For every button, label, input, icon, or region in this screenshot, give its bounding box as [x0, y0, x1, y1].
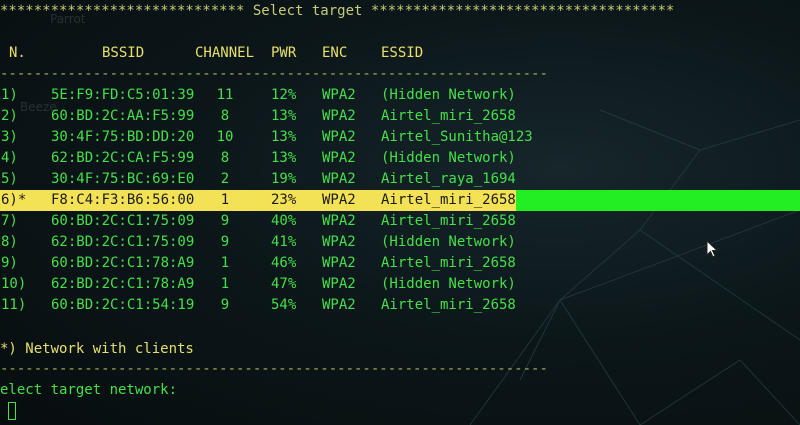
row-pwr: 12% — [271, 87, 297, 103]
row-n: 9) — [1, 255, 18, 271]
row-bssid: 30:4F:75:BD:DD:20 — [51, 129, 195, 145]
row-essid: Airtel_miri_2658 — [381, 297, 516, 313]
row-channel: 1 — [220, 276, 230, 292]
row-pwr: 46% — [271, 255, 297, 271]
col-n: N. — [9, 45, 26, 61]
row-essid: (Hidden Network) — [381, 276, 516, 292]
column-header-row: N. BSSID CHANNEL PWR ENC ESSID — [0, 43, 423, 64]
row-essid: Airtel_miri_2658 — [381, 192, 516, 208]
row-n: 3) — [1, 129, 18, 145]
terminal-output: ***************************** Select tar… — [0, 0, 800, 425]
footnote: *) Network with clients — [0, 341, 194, 357]
row-bssid: 62:BD:2C:CA:F5:99 — [51, 150, 195, 166]
row-bssid: 62:BD:2C:C1:75:09 — [51, 234, 195, 250]
row-enc: WPA2 — [322, 87, 356, 103]
row-enc: WPA2 — [322, 150, 356, 166]
row-channel: 1 — [220, 192, 230, 208]
row-pwr: 41% — [271, 234, 297, 250]
title-line: ***************************** Select tar… — [0, 3, 675, 19]
row-essid: Airtel_Sunitha@123 — [381, 129, 533, 145]
row-channel: 9 — [220, 234, 230, 250]
col-essid: ESSID — [381, 45, 424, 61]
row-enc: WPA2 — [322, 255, 356, 271]
row-n: 10) — [1, 276, 27, 292]
row-pwr: 19% — [271, 171, 297, 187]
row-bssid: 60:BD:2C:AA:F5:99 — [51, 108, 195, 124]
row-channel: 8 — [220, 108, 230, 124]
input-cursor[interactable] — [8, 402, 16, 420]
row-enc: WPA2 — [322, 171, 356, 187]
mouse-pointer-icon — [706, 240, 719, 258]
col-enc: ENC — [322, 45, 348, 61]
separator-bottom: ----------------------------------------… — [0, 361, 548, 377]
row-bssid: 30:4F:75:BC:69:E0 — [51, 171, 195, 187]
row-essid: Airtel_miri_2658 — [381, 213, 516, 229]
row-enc: WPA2 — [322, 276, 356, 292]
row-enc: WPA2 — [322, 213, 356, 229]
row-n: 7) — [1, 213, 18, 229]
row-pwr: 54% — [271, 297, 297, 313]
row-channel: 9 — [220, 213, 230, 229]
row-n: 6)* — [1, 192, 27, 208]
row-n: 5) — [1, 171, 18, 187]
row-enc: WPA2 — [322, 234, 356, 250]
row-essid: Airtel_miri_2658 — [381, 108, 516, 124]
row-bssid: F8:C4:F3:B6:56:00 — [51, 192, 195, 208]
prompt-text: elect target network: — [0, 382, 178, 398]
row-pwr: 13% — [271, 150, 297, 166]
row-bssid: 62:BD:2C:C1:78:A9 — [51, 276, 195, 292]
row-channel: 11 — [216, 87, 234, 103]
row-bssid: 60:BD:2C:C1:78:A9 — [51, 255, 195, 271]
row-n: 2) — [1, 108, 18, 124]
row-essid: Airtel_raya_1694 — [381, 171, 516, 187]
row-essid: (Hidden Network) — [381, 150, 516, 166]
row-pwr: 40% — [271, 213, 297, 229]
row-bssid: 60:BD:2C:C1:75:09 — [51, 213, 195, 229]
row-n: 4) — [1, 150, 18, 166]
row-channel: 2 — [220, 171, 230, 187]
row-pwr: 47% — [271, 276, 297, 292]
row-enc: WPA2 — [322, 192, 356, 208]
row-n: 8) — [1, 234, 18, 250]
row-pwr: 23% — [271, 192, 297, 208]
row-channel: 8 — [220, 150, 230, 166]
col-pwr: PWR — [271, 45, 297, 61]
row-n: 11) — [1, 297, 27, 313]
row-channel: 1 — [220, 255, 230, 271]
row-bssid: 60:BD:2C:C1:54:19 — [51, 297, 195, 313]
col-bssid: BSSID — [102, 45, 145, 61]
row-essid: (Hidden Network) — [381, 87, 516, 103]
row-pwr: 13% — [271, 108, 297, 124]
row-channel: 9 — [220, 297, 230, 313]
row-channel: 10 — [216, 129, 234, 145]
row-enc: WPA2 — [322, 108, 356, 124]
row-pwr: 13% — [271, 129, 297, 145]
separator-top: ----------------------------------------… — [0, 66, 548, 82]
row-n: 1) — [1, 87, 18, 103]
col-channel: CHANNEL — [195, 45, 255, 61]
row-essid: (Hidden Network) — [381, 234, 516, 250]
row-bssid: 5E:F9:FD:C5:01:39 — [51, 87, 195, 103]
row-essid: Airtel_miri_2658 — [381, 255, 516, 271]
row-enc: WPA2 — [322, 297, 356, 313]
row-enc: WPA2 — [322, 129, 356, 145]
